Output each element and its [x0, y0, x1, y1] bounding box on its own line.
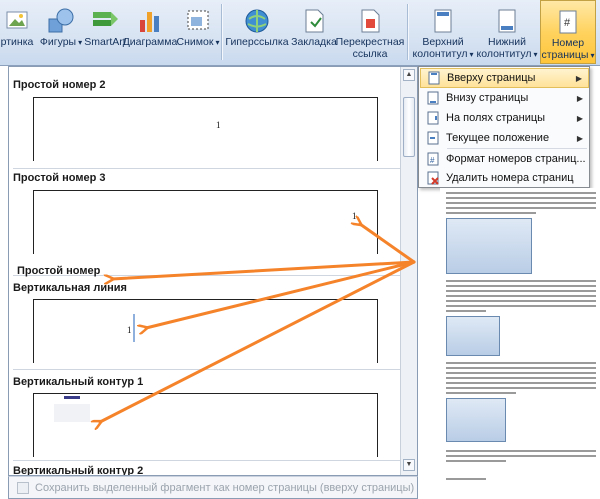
annotation-arrows: [0, 0, 416, 499]
arrow-to-vertical-line: [146, 260, 416, 328]
arrow-to-simple-number: [112, 260, 416, 279]
arrow-to-vertical-contour: [100, 260, 416, 422]
arrow-to-simple-3: [360, 224, 416, 264]
